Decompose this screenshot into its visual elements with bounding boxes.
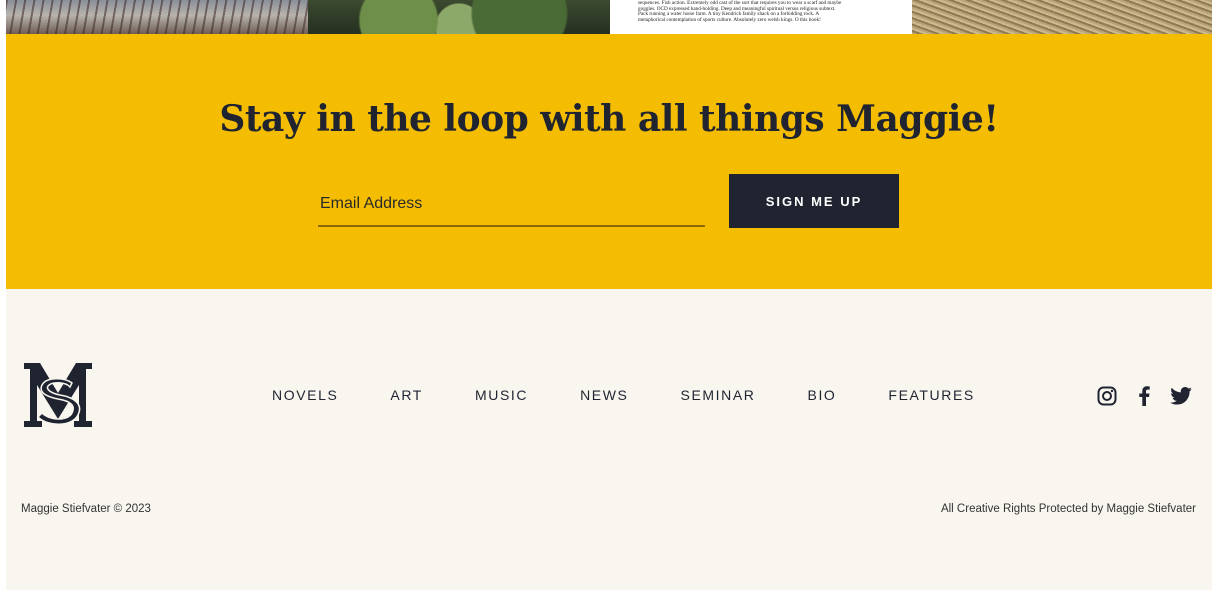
nav-item-music[interactable]: MUSIC <box>475 387 528 403</box>
facebook-icon[interactable] <box>1133 385 1155 407</box>
rights-text: All Creative Rights Protected by Maggie … <box>940 503 1196 515</box>
footer-nav: NOVELS ART MUSIC NEWS SEMINAR BIO FEATUR… <box>272 387 1027 403</box>
email-field-wrapper <box>318 184 705 227</box>
social-links <box>1096 385 1207 407</box>
strip-image-straw[interactable] <box>912 0 1212 34</box>
newsletter-title: Stay in the loop with all things Maggie! <box>219 98 999 140</box>
excerpt-line: metaphorical contemplation of sports cul… <box>638 16 821 23</box>
nav-item-seminar[interactable]: SEMINAR <box>681 387 756 403</box>
newsletter-section: Stay in the loop with all things Maggie!… <box>6 34 1212 289</box>
strip-image-plants[interactable] <box>308 0 610 34</box>
strip-book-excerpt[interactable]: sequences. Fish action. Extremely odd ca… <box>610 0 912 34</box>
image-strip: sequences. Fish action. Extremely odd ca… <box>6 0 1212 34</box>
strip-image-trees[interactable] <box>6 0 308 34</box>
page: sequences. Fish action. Extremely odd ca… <box>6 0 1212 590</box>
ms-monogram-logo[interactable] <box>20 361 96 429</box>
nav-item-bio[interactable]: BIO <box>808 387 837 403</box>
twitter-icon[interactable] <box>1170 385 1192 407</box>
copyright-text: Maggie Stiefvater © 2023 <box>21 503 151 515</box>
nav-item-art[interactable]: ART <box>390 387 423 403</box>
email-field[interactable] <box>318 184 705 224</box>
sign-up-button[interactable]: SIGN ME UP <box>729 174 899 228</box>
nav-item-features[interactable]: FEATURES <box>888 387 974 403</box>
footer: NOVELS ART MUSIC NEWS SEMINAR BIO FEATUR… <box>6 289 1212 590</box>
nav-item-news[interactable]: NEWS <box>580 387 628 403</box>
nav-item-novels[interactable]: NOVELS <box>272 387 338 403</box>
instagram-icon[interactable] <box>1096 385 1118 407</box>
